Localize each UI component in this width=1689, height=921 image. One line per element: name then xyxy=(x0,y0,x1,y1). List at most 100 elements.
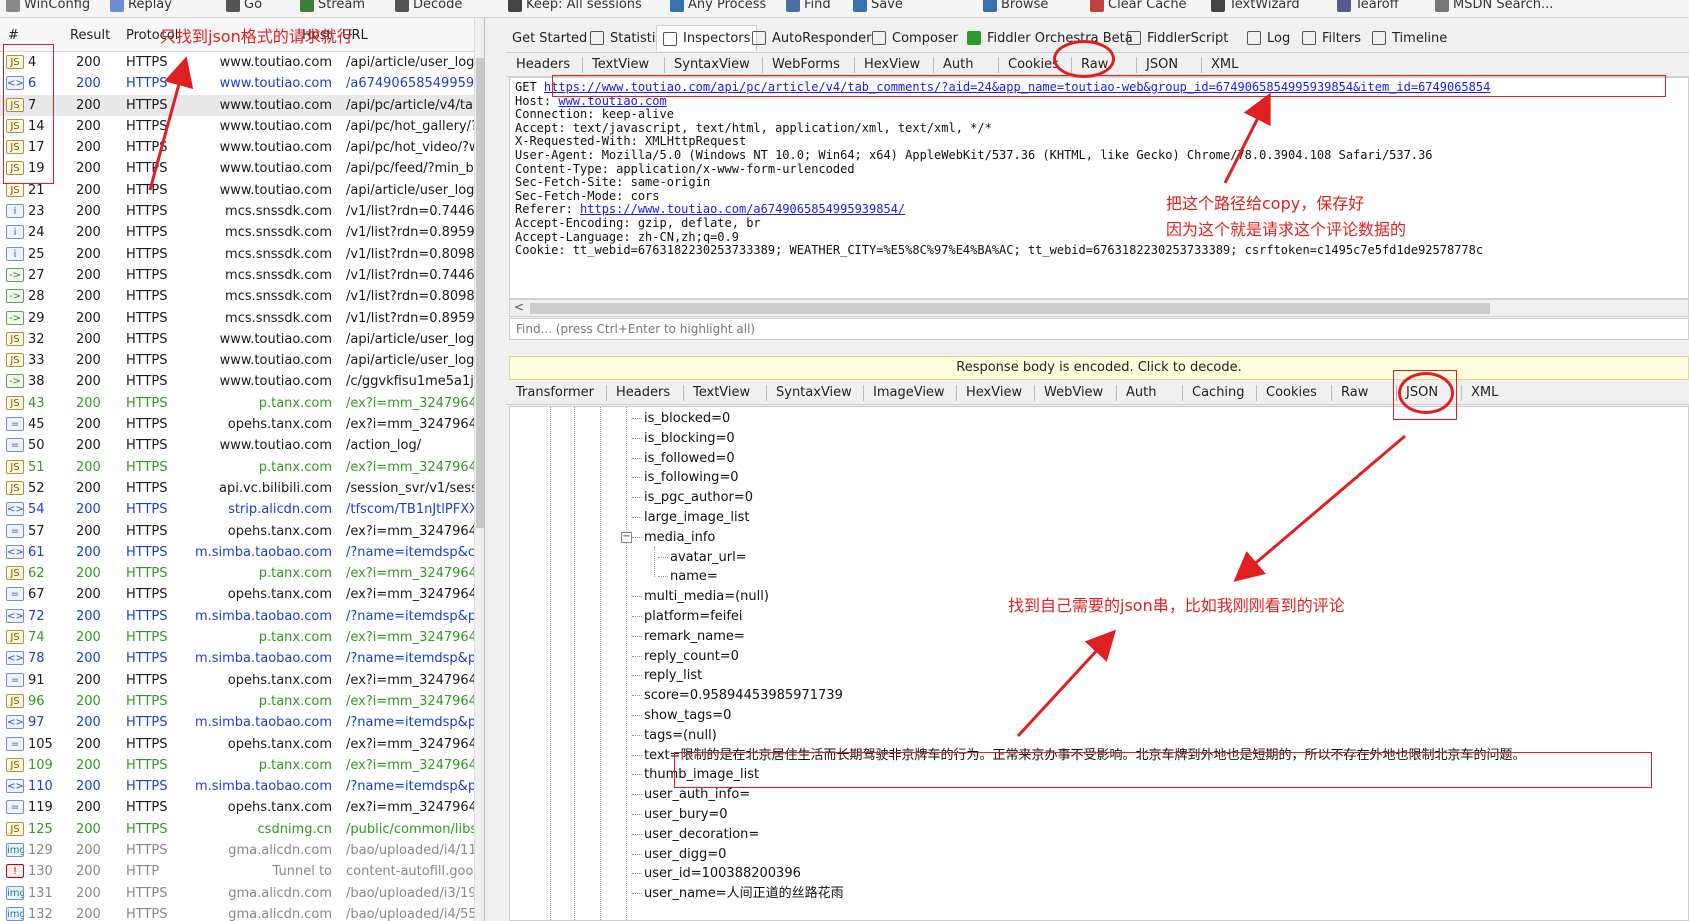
session-row[interactable]: JS 74 200 HTTPS p.tanx.com/ex?i=mm_32479643_ xyxy=(0,627,484,648)
json-node[interactable]: is_pgc_author=0 xyxy=(631,488,753,507)
session-row[interactable]: <> 78 200 HTTPS m.simba.taobao.com /?name=ite… xyxy=(0,648,484,669)
resp-tabs-item[interactable]: Headers xyxy=(616,385,670,400)
req-tabs-item[interactable]: XML xyxy=(1211,57,1238,72)
json-node[interactable]: user_auth_info= xyxy=(631,785,750,804)
column-header-number[interactable]: # xyxy=(8,28,19,43)
json-node[interactable]: avatar_url= xyxy=(658,548,747,567)
column-header-result[interactable]: Result xyxy=(70,28,110,43)
main-tab[interactable]: Get Started xyxy=(506,25,593,51)
session-row[interactable]: i 23 200 HTTPS mcs.snssdk.com/v1/list?rdn=0.… xyxy=(0,201,484,222)
session-row[interactable]: i 25 200 HTTPS mcs.snssdk.com/v1/list?rdn=0.… xyxy=(0,244,484,265)
session-list-scrollbar[interactable] xyxy=(474,18,484,921)
main-tab[interactable]: AutoResponder xyxy=(746,25,877,51)
json-node[interactable]: show_tags=0 xyxy=(631,706,731,725)
json-node[interactable]: is_followed=0 xyxy=(632,449,735,468)
session-row[interactable]: = 119 200 HTTPS opehs.tanx.com/ex?i=mm_32479… xyxy=(0,797,484,818)
session-row[interactable]: i 24 200 HTTPS mcs.snssdk.com/v1/list?rdn=0.… xyxy=(0,222,484,243)
session-row[interactable]: <> 97 200 HTTPS m.simba.taobao.com /?name=ite… xyxy=(0,712,484,733)
session-row[interactable]: JS 109 200 HTTPS p.tanx.com/ex?i=mm_32479643… xyxy=(0,755,484,776)
session-row[interactable]: JS 14 200 HTTPS www.toutiao.com/api/pc/hot_g… xyxy=(0,116,484,137)
session-row[interactable]: img 132 200 HTTPS gma.alicdn.com/bao/uploade… xyxy=(0,904,484,921)
toolbar-item[interactable]: Browse xyxy=(983,0,1048,12)
json-node[interactable]: user_digg=0 xyxy=(631,845,726,864)
session-row[interactable]: JS 33 200 HTTPS www.toutiao.com/api/article/… xyxy=(0,350,484,371)
session-row[interactable]: <> 72 200 HTTPS m.simba.taobao.com /?name=ite… xyxy=(0,606,484,627)
session-row[interactable]: JS 43 200 HTTPS p.tanx.com/ex?i=mm_32479643_ xyxy=(0,393,484,414)
toolbar-item[interactable]: Go xyxy=(226,0,262,12)
session-row[interactable]: JS 32 200 HTTPS www.toutiao.com/api/article/… xyxy=(0,329,484,350)
req-tabs-item[interactable]: TextView xyxy=(592,57,649,72)
session-row[interactable]: <> 110 200 HTTPS m.simba.taobao.com /?name=it… xyxy=(0,776,484,797)
session-row[interactable]: -> 27 200 HTTPS mcs.snssdk.com/v1/list?rdn=0… xyxy=(0,265,484,286)
json-node[interactable]: user_id=100388200396 xyxy=(632,864,801,883)
json-node[interactable]: reply_list xyxy=(631,666,702,685)
json-node[interactable]: user_decoration= xyxy=(631,825,759,844)
session-row[interactable]: JS 7 200 HTTPS www.toutiao.com/api/pc/articl… xyxy=(0,94,484,116)
session-row[interactable]: -> 29 200 HTTPS mcs.snssdk.com/v1/list?rdn=0… xyxy=(0,308,484,329)
json-node[interactable]: is_blocking=0 xyxy=(632,429,735,448)
json-node[interactable]: user_bury=0 xyxy=(632,805,728,824)
scroll-left-icon[interactable]: < xyxy=(514,300,524,314)
req-tabs-item[interactable]: Headers xyxy=(516,57,570,72)
main-tab[interactable]: Fiddler Orchestra Beta xyxy=(961,25,1139,51)
resp-tabs-item[interactable]: ImageView xyxy=(873,385,945,400)
session-row[interactable]: = 57 200 HTTPS opehs.tanx.com/ex?i=mm_324796… xyxy=(0,521,484,542)
resp-tabs-item[interactable]: XML xyxy=(1471,385,1498,400)
session-row[interactable]: JS 21 200 HTTPS www.toutiao.com/api/article/… xyxy=(0,180,484,201)
session-row[interactable]: JS 19 200 HTTPS www.toutiao.com/api/pc/feed/… xyxy=(0,158,484,179)
resp-tabs-item[interactable]: HexView xyxy=(966,385,1022,400)
toolbar-item[interactable]: Decode xyxy=(395,0,462,12)
json-node[interactable]: is_blocked=0 xyxy=(631,409,730,428)
decode-response-bar[interactable]: Response body is encoded. Click to decod… xyxy=(509,356,1689,380)
toolbar-item[interactable]: WinConfig xyxy=(6,0,90,12)
session-row[interactable]: JS 4 200 HTTPS www.toutiao.com/api/article/u… xyxy=(0,52,484,73)
session-row[interactable]: JS 62 200 HTTPS p.tanx.com/ex?i=mm_32479643_ xyxy=(0,563,484,584)
session-row[interactable]: = 67 200 HTTPS opehs.tanx.com/ex?i=mm_324796… xyxy=(0,584,484,605)
main-tab[interactable]: Composer xyxy=(866,25,964,51)
json-node[interactable]: score=0.95894453985971739 xyxy=(632,686,843,705)
resp-tabs-item[interactable]: TextView xyxy=(693,385,750,400)
json-tree-view[interactable]: is_blocked=0 is_blocking=0 is_followed=0is… xyxy=(509,406,1689,921)
resp-tabs-item[interactable]: WebView xyxy=(1044,385,1103,400)
collapse-icon[interactable]: − xyxy=(621,531,632,543)
json-node[interactable]: platform=feifei xyxy=(632,607,743,626)
toolbar-item[interactable]: MSDN Search... xyxy=(1435,0,1553,12)
toolbar-item[interactable]: Keep: All sessions xyxy=(508,0,642,12)
json-node[interactable]: name= xyxy=(658,567,718,586)
toolbar-item[interactable]: Tearoff xyxy=(1337,0,1399,12)
scrollbar-thumb[interactable] xyxy=(476,58,484,528)
json-node[interactable]: tags=(null) xyxy=(632,726,717,745)
req-tabs-item[interactable]: Cookies xyxy=(1008,57,1059,72)
main-tab[interactable]: Inspectors xyxy=(656,25,758,51)
find-input[interactable]: Find... (press Ctrl+Enter to highlight a… xyxy=(509,318,1689,340)
session-row[interactable]: img 129 200 HTTPS gma.alicdn.com/bao/uploade… xyxy=(0,840,484,861)
session-row[interactable]: = 105 200 HTTPS opehs.tanx.com/ex?i=mm_32479… xyxy=(0,734,484,755)
toolbar-item[interactable]: Save xyxy=(853,0,903,12)
toolbar-item[interactable]: Any Process xyxy=(670,0,766,12)
main-tab[interactable]: Filters xyxy=(1296,25,1367,51)
session-row[interactable]: <> 61 200 HTTPS m.simba.taobao.com /?name=ite… xyxy=(0,542,484,563)
session-row[interactable]: ! 130 200 HTTP Tunnel to content-autofill.goo… xyxy=(0,861,484,882)
session-row[interactable]: img 131 200 HTTPS gma.alicdn.com/bao/uploade… xyxy=(0,883,484,904)
session-row[interactable]: JS 51 200 HTTPS p.tanx.com/ex?i=mm_32479643_ xyxy=(0,457,484,478)
main-tab[interactable]: Timeline xyxy=(1366,25,1453,51)
req-tabs-item[interactable]: HexView xyxy=(864,57,920,72)
resp-tabs-item[interactable]: Cookies xyxy=(1266,385,1317,400)
session-row[interactable]: <> 54 200 HTTPS strip.alicdn.com/tfscom/TB1n… xyxy=(0,499,484,520)
json-node[interactable]: large_image_list xyxy=(632,508,750,527)
request-raw-view[interactable]: GET https://www.toutiao.com/api/pc/artic… xyxy=(509,77,1689,299)
req-tabs-item[interactable]: WebForms xyxy=(772,57,840,72)
toolbar-item[interactable]: TextWizard xyxy=(1211,0,1300,12)
main-tab[interactable]: Log xyxy=(1241,25,1296,51)
referer-link[interactable]: https://www.toutiao.com/a674906585499593… xyxy=(580,202,905,217)
json-node[interactable]: reply_count=0 xyxy=(632,647,739,666)
session-row[interactable]: = 91 200 HTTPS opehs.tanx.com/ex?i=mm_324796… xyxy=(0,670,484,691)
session-row[interactable]: JS 125 200 HTTPS csdnimg.cn/public/common/li… xyxy=(0,819,484,840)
req-tabs-item[interactable]: SyntaxView xyxy=(674,57,750,72)
toolbar-item[interactable]: Replay xyxy=(110,0,172,12)
session-row[interactable]: = 50 200 HTTPS www.toutiao.com/action_log/ xyxy=(0,435,484,456)
req-tabs-item[interactable]: Auth xyxy=(943,57,973,72)
session-row[interactable]: JS 96 200 HTTPS p.tanx.com/ex?i=mm_32479643_ xyxy=(0,691,484,712)
session-row[interactable]: -> 28 200 HTTPS mcs.snssdk.com/v1/list?rdn=0… xyxy=(0,286,484,307)
toolbar-item[interactable]: Find xyxy=(786,0,831,12)
